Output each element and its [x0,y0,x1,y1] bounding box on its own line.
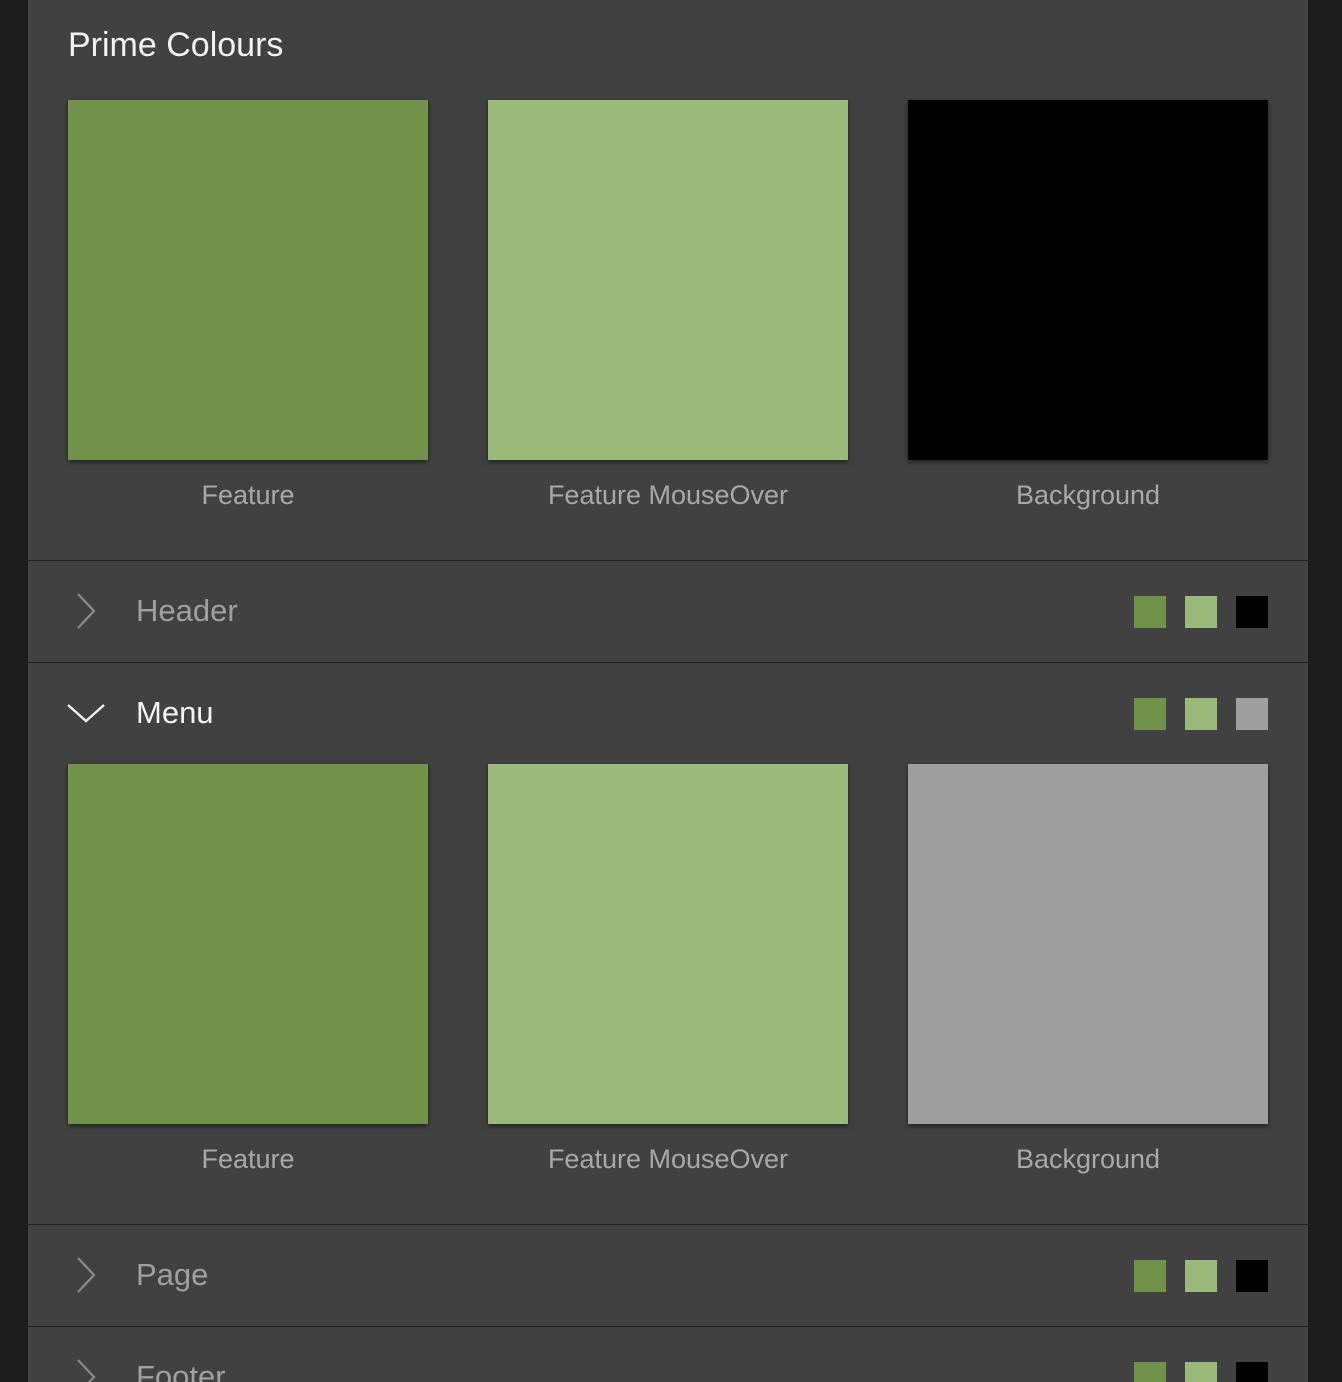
chevron-right-icon [77,593,96,629]
swatch-label: Feature MouseOver [547,1144,789,1174]
chevron-right-icon [77,1359,96,1382]
menu-swatch-background: Background [908,764,1268,1184]
feature-mouseover-colour-swatch[interactable] [488,100,848,460]
feature-mouseover-colour-swatch[interactable] [488,764,848,1124]
section-page-row[interactable]: Page [28,1225,1308,1326]
mini-swatch-background [1236,1260,1268,1292]
mini-swatch-background [1236,698,1268,730]
menu-swatch-feature: Feature [68,764,428,1184]
menu-swatch-grid: Feature Feature MouseOver Background [68,764,1268,1184]
prime-colours-section: Prime Colours Feature Feature MouseOver … [28,0,1308,560]
section-label-menu: Menu [136,695,214,730]
feature-colour-swatch[interactable] [68,100,428,460]
feature-colour-swatch[interactable] [68,764,428,1124]
mini-swatch-feature-mouseover [1185,1260,1217,1292]
mini-swatch-feature [1134,1260,1166,1292]
mini-swatch-feature [1134,596,1166,628]
section-label-page: Page [136,1257,209,1292]
chevron-down-icon [67,704,105,723]
background-colour-swatch[interactable] [908,100,1268,460]
background-colour-swatch[interactable] [908,764,1268,1124]
chevron-right-icon [77,1257,96,1293]
menu-swatch-feature-mouseover: Feature MouseOver [488,764,848,1184]
mini-swatch-feature [1134,1362,1166,1382]
prime-swatch-feature: Feature [68,100,428,520]
swatch-label: Feature MouseOver [547,480,789,510]
section-footer-row[interactable]: Footer [28,1327,1308,1382]
section-menu-row[interactable]: Menu [28,663,1308,764]
prime-swatch-grid: Feature Feature MouseOver Background [68,100,1268,520]
section-label-footer: Footer [136,1359,226,1382]
mini-swatch-feature [1134,698,1166,730]
mini-swatch-background [1236,596,1268,628]
swatch-label: Feature [201,1144,295,1174]
mini-swatch-background [1236,1362,1268,1382]
prime-swatch-feature-mouseover: Feature MouseOver [488,100,848,520]
swatch-label: Feature [201,480,295,510]
mini-swatch-feature-mouseover [1185,596,1217,628]
section-title: Prime Colours [68,26,284,64]
prime-swatch-background: Background [908,100,1268,520]
colour-panel: Prime Colours Feature Feature MouseOver … [28,0,1308,1382]
swatch-label: Background [1015,1144,1161,1174]
mini-swatch-feature-mouseover [1185,1362,1217,1382]
section-label-header: Header [136,593,238,628]
section-header-row[interactable]: Header [28,561,1308,662]
swatch-label: Background [1015,480,1161,510]
mini-swatch-feature-mouseover [1185,698,1217,730]
